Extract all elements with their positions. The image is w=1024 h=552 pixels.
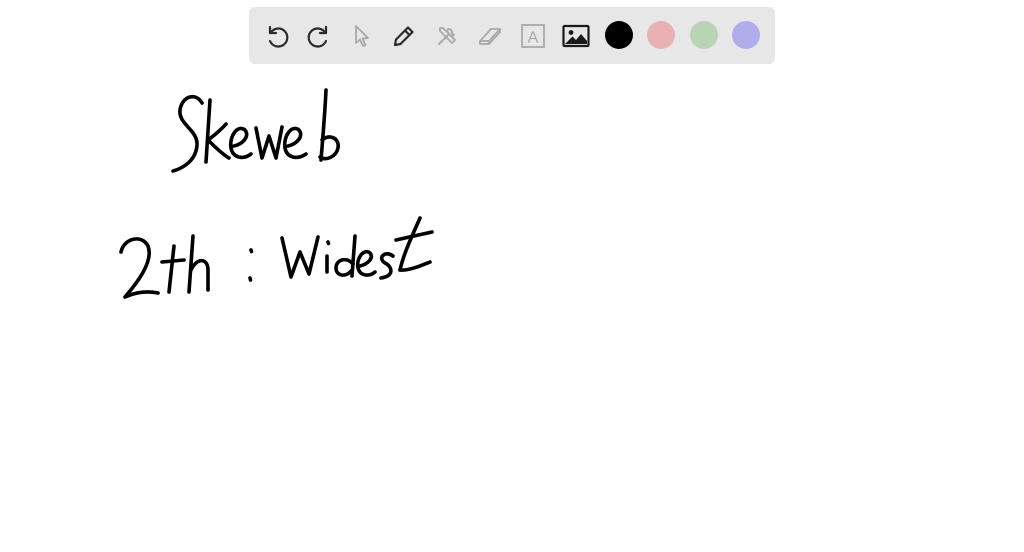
handwriting-line-1 (171, 88, 341, 173)
handwriting-layer (119, 88, 434, 299)
whiteboard-canvas[interactable]: A (0, 0, 1024, 552)
handwriting-line-2 (119, 216, 434, 299)
